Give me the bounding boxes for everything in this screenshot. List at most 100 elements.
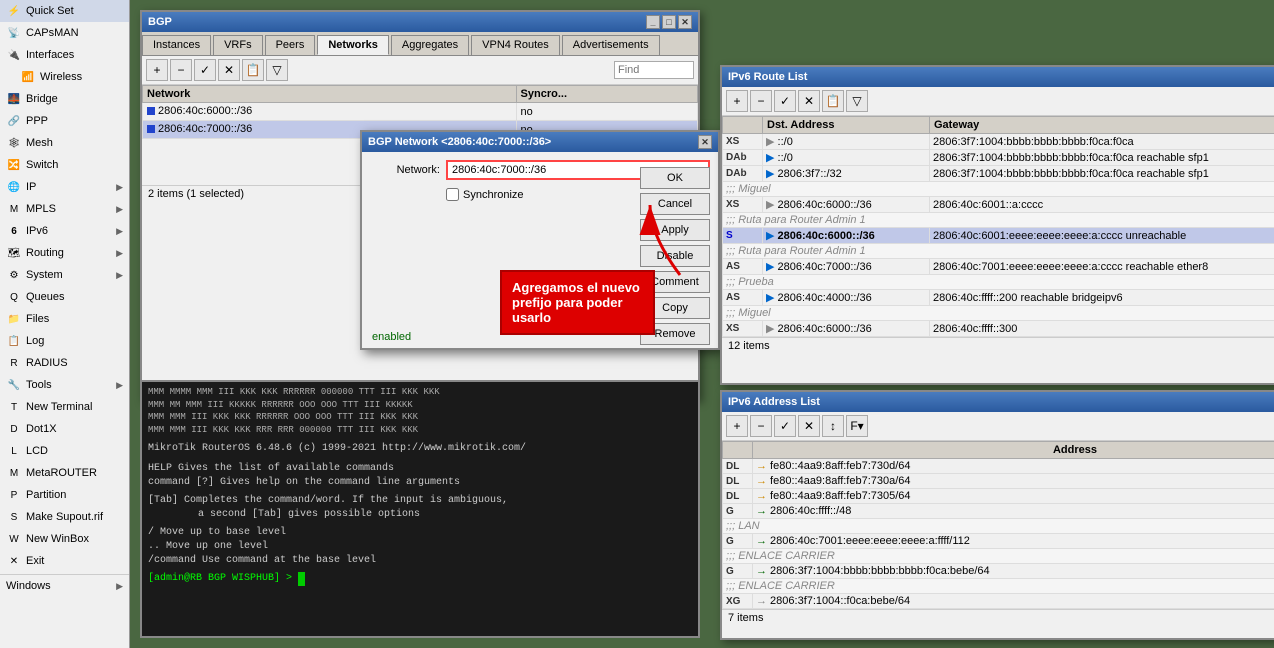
terminal-window: MMM MMMM MMM III KKK KKK RRRRRR 000000 T… [140, 380, 700, 638]
sidebar-item-partition[interactable]: P Partition [0, 484, 129, 506]
table-row[interactable]: DL → fe80::4aa9:8aff:feb7:7305/64 [723, 489, 1274, 504]
copy-button[interactable]: 📋 [242, 59, 264, 81]
bgp-titlebar: BGP _ □ ✕ [142, 12, 698, 32]
sidebar-item-new-winbox[interactable]: W New WinBox [0, 528, 129, 550]
sidebar-item-bridge[interactable]: 🌉 Bridge [0, 88, 129, 110]
table-row[interactable]: G → 2806:40c:ffff::/48 [723, 504, 1274, 519]
sidebar-item-radius[interactable]: R RADIUS [0, 352, 129, 374]
filter-button[interactable]: ▽ [266, 59, 288, 81]
tab-vrfs[interactable]: VRFs [213, 35, 263, 55]
dst-cell: ▶ 2806:40c:6000::/36 [763, 228, 930, 244]
ipv6-copy[interactable]: 📋 [822, 90, 844, 112]
col-type [723, 442, 753, 459]
winbox-icon: W [6, 531, 22, 547]
tools-arrow: ▶ [116, 380, 123, 391]
sidebar-item-ppp[interactable]: 🔗 PPP [0, 110, 129, 132]
comment-row: ;;; Ruta para Router Admin 1 [723, 244, 1274, 259]
tab-peers[interactable]: Peers [265, 35, 316, 55]
ipv6-cross[interactable]: ✕ [798, 90, 820, 112]
ipv6-add[interactable]: + [726, 90, 748, 112]
addr-add[interactable]: + [726, 415, 748, 437]
bgp-minimize[interactable]: _ [646, 15, 660, 29]
type-cell: AS [723, 259, 763, 275]
synchronize-checkbox[interactable] [446, 188, 459, 201]
sidebar-item-lcd[interactable]: L LCD [0, 440, 129, 462]
sidebar-item-quickset[interactable]: ⚡ Quick Set [0, 0, 129, 22]
table-row[interactable]: G → 2806:40c:7001:eeee:eeee:eeee:a:ffff/… [723, 534, 1274, 549]
row-icon: 2806:40c:7000::/36 [147, 123, 252, 135]
ipv6-filter[interactable]: ▽ [846, 90, 868, 112]
network-label: Network: [370, 164, 440, 176]
tab-networks[interactable]: Networks [317, 35, 389, 55]
table-row[interactable]: DL → fe80::4aa9:8aff:feb7:730d/64 [723, 459, 1274, 474]
check-button[interactable]: ✓ [194, 59, 216, 81]
wireless-icon: 📶 [20, 69, 36, 85]
sidebar-item-mesh[interactable]: 🕸 Mesh [0, 132, 129, 154]
sidebar-item-metarouter[interactable]: M MetaROUTER [0, 462, 129, 484]
sidebar-item-switch[interactable]: 🔀 Switch [0, 154, 129, 176]
table-row[interactable]: 2806:40c:6000::/36 no [143, 103, 698, 121]
addr-check[interactable]: ✓ [774, 415, 796, 437]
table-row[interactable]: AS ▶ 2806:40c:4000::/36 2806:40c:ffff::2… [723, 290, 1274, 306]
sidebar-item-routing[interactable]: 🗺 Routing ▶ [0, 242, 129, 264]
ok-button[interactable]: OK [640, 167, 710, 189]
terminal-content[interactable]: MMM MMMM MMM III KKK KKK RRRRRR 000000 T… [142, 382, 698, 632]
comment-row: ;;; Miguel [723, 306, 1274, 321]
tab-aggregates[interactable]: Aggregates [391, 35, 469, 55]
ipv6-icon: 6 [6, 223, 22, 239]
sidebar-item-interfaces[interactable]: 🔌 Interfaces [0, 44, 129, 66]
addr-remove[interactable]: − [750, 415, 772, 437]
addr-icon: → [756, 595, 767, 607]
table-row[interactable]: S ▶ 2806:40c:6000::/36 2806:40c:6001:eee… [723, 228, 1274, 244]
table-row[interactable]: DAb ▶ 2806:3f7::/32 2806:3f7:1004:bbbb:b… [723, 166, 1274, 182]
terminal-line: MMM MMMM MMM III KKK KKK RRRRRR 000000 T… [148, 386, 692, 399]
table-row[interactable]: G → 2806:3f7:1004:bbbb:bbbb:bbbb:f0ca:be… [723, 564, 1274, 579]
addr-sort[interactable]: ↕ [822, 415, 844, 437]
sidebar-item-capsman[interactable]: 📡 CAPsMAN [0, 22, 129, 44]
table-row[interactable]: XS ▶ 2806:40c:6000::/36 2806:40c:6001::a… [723, 197, 1274, 213]
sidebar-item-ipv6[interactable]: 6 IPv6 ▶ [0, 220, 129, 242]
tab-instances[interactable]: Instances [142, 35, 211, 55]
sidebar-item-log[interactable]: 📋 Log [0, 330, 129, 352]
table-row[interactable]: XS ▶ 2806:40c:6000::/36 2806:40c:ffff::3… [723, 321, 1274, 337]
sidebar-item-tools[interactable]: 🔧 Tools ▶ [0, 374, 129, 396]
table-row[interactable]: XS ▶ ::/0 2806:3f7:1004:bbbb:bbbb:bbbb:f… [723, 134, 1274, 150]
bgp-close[interactable]: ✕ [678, 15, 692, 29]
sidebar-item-windows[interactable]: Windows ▶ [0, 577, 129, 595]
sidebar-item-mpls[interactable]: M MPLS ▶ [0, 198, 129, 220]
comment-cell: ;;; LAN [723, 519, 1274, 534]
bgp-maximize[interactable]: □ [662, 15, 676, 29]
tab-vpn4routes[interactable]: VPN4 Routes [471, 35, 560, 55]
sidebar-item-ip[interactable]: 🌐 IP ▶ [0, 176, 129, 198]
remove-button[interactable]: − [170, 59, 192, 81]
sidebar-item-new-terminal[interactable]: T New Terminal [0, 396, 129, 418]
table-row[interactable]: XG → 2806:3f7:1004::f0ca:bebe/64 [723, 594, 1274, 609]
cross-button[interactable]: ✕ [218, 59, 240, 81]
sidebar-item-exit[interactable]: ✕ Exit [0, 550, 129, 572]
tab-advertisements[interactable]: Advertisements [562, 35, 660, 55]
table-row[interactable]: DAb ▶ ::/0 2806:3f7:1004:bbbb:bbbb:bbbb:… [723, 150, 1274, 166]
add-button[interactable]: + [146, 59, 168, 81]
addr-cross[interactable]: ✕ [798, 415, 820, 437]
table-row[interactable]: DL → fe80::4aa9:8aff:feb7:730a/64 [723, 474, 1274, 489]
sidebar-item-system[interactable]: ⚙ System ▶ [0, 264, 129, 286]
comment-row: ;;; Miguel [723, 182, 1274, 197]
windows-arrow: ▶ [116, 581, 123, 592]
bgp-search[interactable] [614, 61, 694, 79]
type-cell: S [723, 228, 763, 244]
dialog-close[interactable]: ✕ [698, 135, 712, 149]
terminal-icon: T [6, 399, 22, 415]
radius-icon: R [6, 355, 22, 371]
sidebar-item-dot1x[interactable]: D Dot1X [0, 418, 129, 440]
ipv6-check[interactable]: ✓ [774, 90, 796, 112]
sidebar-item-queues[interactable]: Q Queues [0, 286, 129, 308]
sidebar-item-wireless[interactable]: 📶 Wireless [0, 66, 129, 88]
ipv6-remove[interactable]: − [750, 90, 772, 112]
addr-filter[interactable]: F▾ [846, 415, 868, 437]
type-cell: XS [723, 321, 763, 337]
ipv6-addr-titlebar: IPv6 Address List _ □ ✕ [722, 392, 1274, 412]
col-syncro: Syncro... [516, 86, 697, 103]
sidebar-item-supout[interactable]: S Make Supout.rif [0, 506, 129, 528]
table-row[interactable]: AS ▶ 2806:40c:7000::/36 2806:40c:7001:ee… [723, 259, 1274, 275]
sidebar-item-files[interactable]: 📁 Files [0, 308, 129, 330]
